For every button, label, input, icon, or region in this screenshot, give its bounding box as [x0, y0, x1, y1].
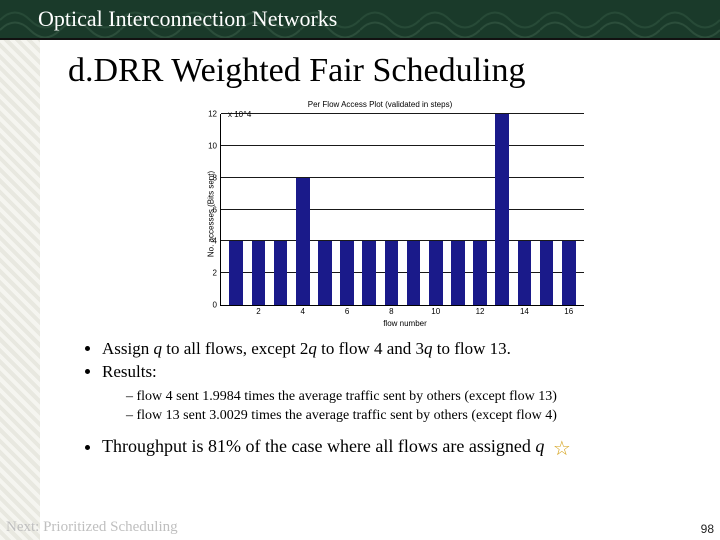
xtick-label: 4 — [301, 305, 305, 316]
bar — [451, 241, 465, 305]
bar — [495, 114, 509, 305]
header-bar: Optical Interconnection Networks — [0, 0, 720, 40]
bullet-list-3: Throughput is 81% of the case where all … — [102, 434, 692, 463]
xtick-label: 2 — [256, 305, 260, 316]
chart-xlabel: flow number — [220, 319, 590, 328]
bullet-results: Results: — [102, 361, 692, 384]
gridline — [221, 145, 584, 146]
ytick-label: 6 — [213, 205, 221, 214]
chart: Per Flow Access Plot (validated in steps… — [170, 100, 590, 328]
side-texture — [0, 40, 40, 540]
ytick-label: 12 — [208, 110, 221, 119]
gridline — [221, 113, 584, 114]
bullet-list-2: flow 4 sent 1.9984 times the average tra… — [126, 388, 692, 426]
bar — [429, 241, 443, 305]
bar — [473, 241, 487, 305]
ytick-label: 2 — [213, 269, 221, 278]
ytick-label: 0 — [213, 301, 221, 310]
bar — [540, 241, 554, 305]
bar — [407, 241, 421, 305]
gridline — [221, 177, 584, 178]
bar — [562, 241, 576, 305]
chart-title: Per Flow Access Plot (validated in steps… — [170, 100, 590, 109]
bar — [274, 241, 288, 305]
footer-next: Next: Prioritized Scheduling — [0, 519, 720, 536]
bar — [318, 241, 332, 305]
xtick-label: 16 — [564, 305, 573, 316]
bullet-flow13: flow 13 sent 3.0029 times the average tr… — [126, 407, 692, 426]
bar — [385, 241, 399, 305]
star-icon: ☆ — [553, 436, 571, 463]
xtick-label: 8 — [389, 305, 393, 316]
xtick-label: 14 — [520, 305, 529, 316]
bar — [340, 241, 354, 305]
bar — [252, 241, 266, 305]
chart-plot-area: 024681012246810121416 — [220, 114, 584, 306]
bar — [229, 241, 243, 305]
bar — [362, 241, 376, 305]
bullet-assign: Assign q to all flows, except 2q to flow… — [102, 338, 692, 361]
xtick-label: 10 — [431, 305, 440, 316]
ytick-label: 4 — [213, 237, 221, 246]
ytick-label: 10 — [208, 141, 221, 150]
bullet-list-1: Assign q to all flows, except 2q to flow… — [102, 338, 692, 384]
page-number: 98 — [701, 522, 714, 536]
bullet-throughput: Throughput is 81% of the case where all … — [102, 434, 692, 463]
bar — [518, 241, 532, 305]
slide-title: d.DRR Weighted Fair Scheduling — [68, 52, 692, 90]
gridline — [221, 209, 584, 210]
header-title: Optical Interconnection Networks — [38, 6, 337, 32]
bar — [296, 178, 310, 305]
slide-content: d.DRR Weighted Fair Scheduling Per Flow … — [40, 40, 720, 540]
bullet-flow4: flow 4 sent 1.9984 times the average tra… — [126, 388, 692, 407]
ytick-label: 8 — [213, 173, 221, 182]
xtick-label: 6 — [345, 305, 349, 316]
xtick-label: 12 — [476, 305, 485, 316]
